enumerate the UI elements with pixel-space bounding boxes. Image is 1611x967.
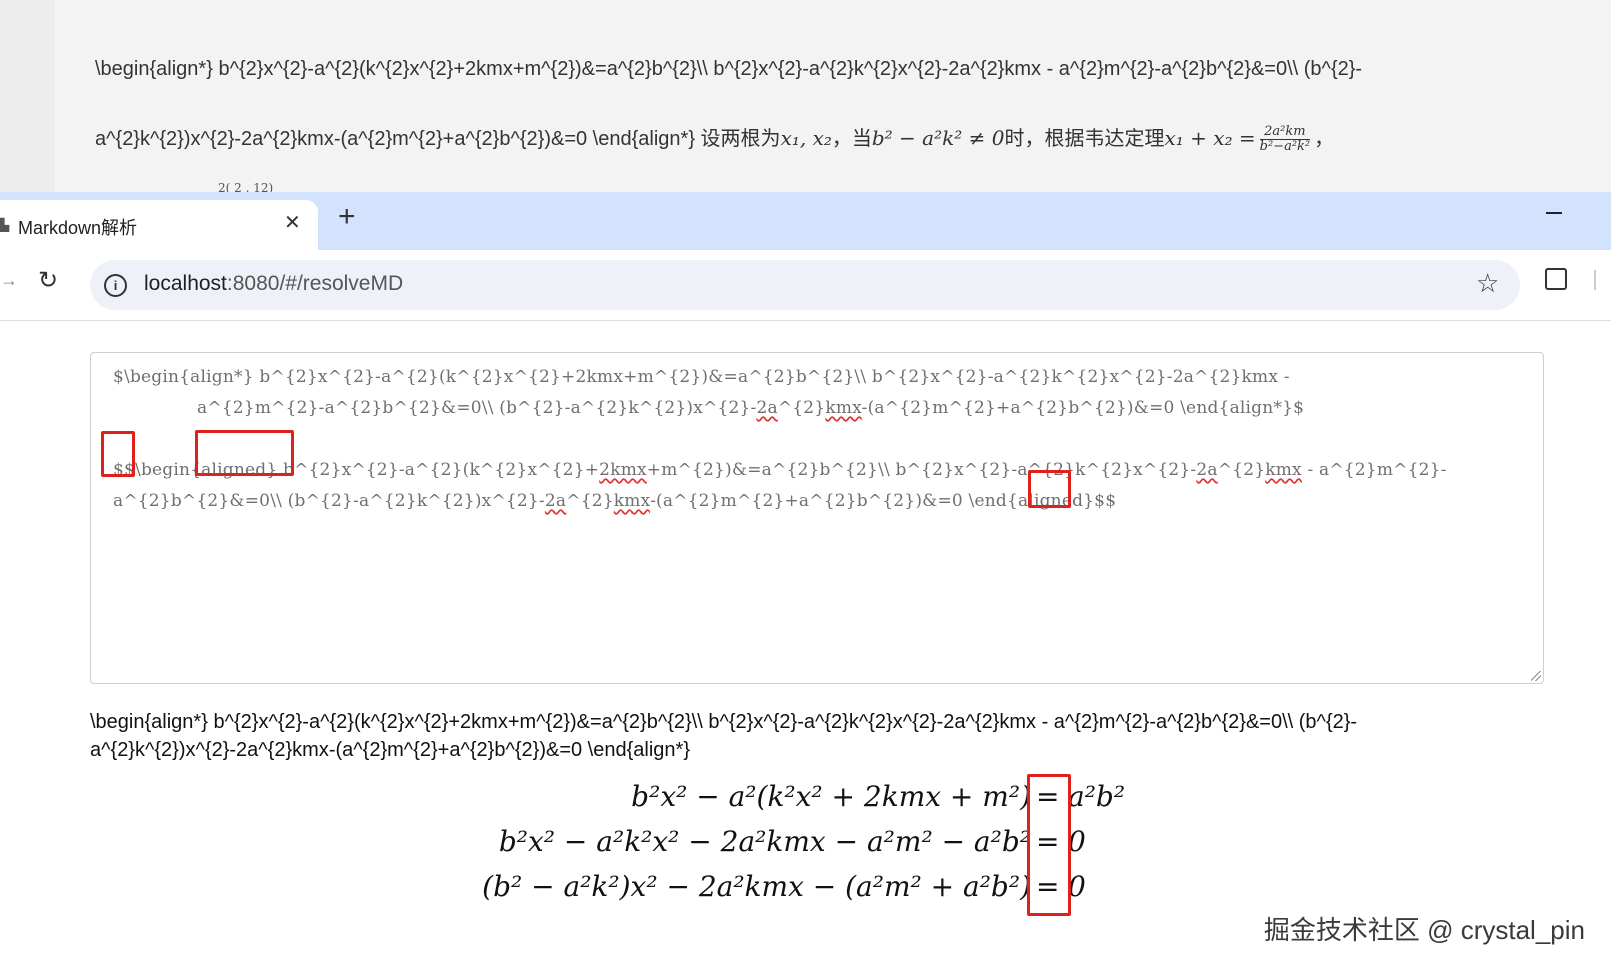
url-text[interactable]: localhost:8080/#/resolveMD: [144, 272, 403, 296]
background-text: ，: [1314, 128, 1335, 150]
background-math: x₁, x₂: [780, 126, 832, 150]
reload-icon[interactable]: ↻: [38, 266, 58, 295]
info-icon[interactable]: i: [104, 274, 127, 297]
minimize-icon[interactable]: [1546, 212, 1562, 214]
markdown-editor[interactable]: $\begin{align*} b^{2}x^{2}-a^{2}(k^{2}x^…: [90, 352, 1544, 684]
spellcheck-word: 2a: [756, 398, 778, 418]
spellcheck-word: kmx: [825, 398, 862, 418]
code-text: ^{2}: [777, 398, 826, 418]
editor-line: a^{2}b^{2}&=0\\ (b^{2}-a^{2}k^{2})x^{2}-…: [113, 491, 1116, 511]
spellcheck-word: kmx: [613, 491, 651, 511]
spellcheck-word: 2a: [1196, 460, 1218, 480]
highlight-box-aligned: [195, 430, 294, 476]
fraction-numerator: 2a²km: [1259, 125, 1311, 141]
background-text-line: \begin{align*} b^{2}x^{2}-a^{2}(k^{2}x^{…: [95, 58, 1363, 80]
code-text: ^{2}: [1217, 460, 1266, 480]
forward-icon[interactable]: →: [0, 270, 18, 291]
code-text: $$\begin{aligned} b^{2}x^{2}-a^{2}(k^{2}…: [113, 460, 600, 480]
address-bar[interactable]: i localhost:8080/#/resolveMD ☆: [90, 260, 1520, 310]
highlight-box-close-delimiter: [1028, 470, 1071, 508]
watermark: 掘金技术社区 @ crystal_pin: [1263, 915, 1585, 945]
bookmark-star-icon[interactable]: ☆: [1476, 268, 1499, 299]
editor-line: $$\begin{aligned} b^{2}x^{2}-a^{2}(k^{2}…: [113, 460, 1447, 480]
toolbar-divider: [1594, 270, 1596, 290]
background-cut-fragment: 2( 2 . 12): [218, 181, 274, 192]
editor-line: $\begin{align*} b^{2}x^{2}-a^{2}(k^{2}x^…: [113, 367, 1290, 387]
favicon-icon: ▙: [0, 218, 10, 232]
background-math: b² − a²k² ≠ 0: [871, 126, 1005, 150]
background-text-line: a^{2}k^{2})x^{2}-2a^{2}kmx-(a^{2}m^{2}+a…: [95, 122, 1334, 154]
url-path: :8080/#/resolveMD: [226, 272, 404, 295]
resize-handle[interactable]: [1531, 671, 1541, 681]
code-text: a^{2}m^{2}-a^{2}b^{2}&=0\\ (b^{2}-a^{2}k…: [197, 398, 757, 418]
background-left-panel: [0, 0, 55, 192]
spellcheck-word: 2kmx: [599, 460, 647, 480]
code-text: -(a^{2}m^{2}+a^{2}b^{2})&=0 \end{align*}…: [861, 398, 1305, 418]
background-page: \begin{align*} b^{2}x^{2}-a^{2}(k^{2}x^{…: [0, 0, 1611, 192]
preview-raw-text: \begin{align*} b^{2}x^{2}-a^{2}(k^{2}x^{…: [90, 711, 1358, 761]
editor-line: a^{2}m^{2}-a^{2}b^{2}&=0\\ (b^{2}-a^{2}k…: [197, 398, 1304, 418]
extensions-icon[interactable]: [1545, 268, 1567, 290]
new-tab-button[interactable]: +: [338, 200, 356, 234]
code-text: - a^{2}m^{2}-: [1301, 460, 1447, 480]
spellcheck-word: kmx: [1265, 460, 1302, 480]
close-icon[interactable]: ✕: [284, 210, 301, 235]
background-text: a^{2}k^{2})x^{2}-2a^{2}kmx-(a^{2}m^{2}+a…: [95, 128, 781, 150]
code-text: a^{2}b^{2}&=0\\ (b^{2}-a^{2}k^{2})x^{2}-: [113, 491, 545, 511]
equation-lhs: b²x² − a²k²x² − 2a²kmx − a²m² − a²b²: [498, 825, 1031, 858]
code-text: +m^{2})&=a^{2}b^{2}\\ b^{2}x^{2}-a^{2}k^…: [646, 460, 1197, 480]
background-text: 时，根据韦达定理: [1004, 128, 1165, 150]
equation-rhs: a²b²: [1068, 780, 1126, 813]
code-text: ^{2}: [566, 491, 614, 511]
background-math: x₁ + x₂ =: [1164, 126, 1256, 150]
equation-lhs: (b² − a²k²)x² − 2a²kmx − (a²m² + a²b²): [482, 870, 1031, 903]
tab-title: Markdown解析: [18, 218, 138, 238]
fraction-denominator: b²−a²k²: [1259, 139, 1311, 155]
address-toolbar: → ↻ i localhost:8080/#/resolveMD ☆: [0, 250, 1611, 321]
url-host: localhost: [144, 272, 227, 295]
highlight-box-equals: [1027, 774, 1071, 916]
background-text: ，当: [831, 128, 872, 150]
rendered-math-block: b²x² − a²(k²x² + 2kmx + m²) = a²b² b²x² …: [0, 774, 1611, 920]
equation-lhs: b²x² − a²(k²x² + 2kmx + m²): [631, 780, 1031, 813]
spellcheck-word: 2a: [544, 491, 567, 511]
highlight-box-open-delimiter: [101, 431, 135, 477]
tab-markdown[interactable]: ▙ Markdown解析 ✕: [0, 200, 318, 250]
tab-bar: ▙ Markdown解析 ✕ +: [0, 192, 1611, 250]
background-fraction: 2a²km b²−a²k²: [1259, 125, 1311, 155]
